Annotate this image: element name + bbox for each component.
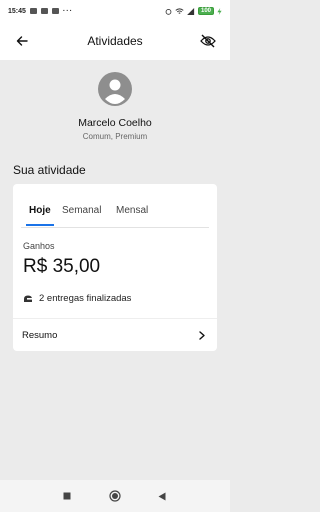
home-button[interactable] [108, 489, 122, 503]
deliveries-row: 2 entregas finalizadas [23, 293, 131, 304]
app-bar: Atividades [0, 22, 230, 60]
status-bar: 15:45 ··· 100 [0, 0, 230, 22]
more-notifications-icon: ··· [62, 7, 73, 15]
triangle-back-icon [158, 492, 166, 500]
system-icons: 100 [165, 7, 222, 15]
car-icon [40, 8, 48, 14]
recents-button[interactable] [60, 489, 74, 503]
eye-off-icon [200, 34, 216, 48]
earnings-value: R$ 35,00 [23, 256, 101, 277]
tab-semanal[interactable]: Semanal [62, 205, 101, 216]
notification-icon [29, 8, 37, 14]
account-circle-icon [98, 72, 132, 106]
page-title: Atividades [87, 34, 143, 48]
profile-type: Comum, Premium [82, 132, 148, 141]
summary-row[interactable]: Resumo [13, 319, 217, 351]
active-tab-indicator [26, 224, 54, 226]
section-title: Sua atividade [13, 163, 86, 177]
gamepad-icon [51, 8, 59, 14]
charging-icon [217, 7, 222, 15]
back-nav-button[interactable] [155, 489, 169, 503]
signal-icon [187, 7, 195, 15]
delivery-helmet-icon [24, 295, 32, 302]
chevron-right-icon [197, 330, 207, 340]
tab-hoje[interactable]: Hoje [29, 205, 51, 216]
system-nav-bar [0, 480, 230, 512]
alarm-icon [165, 8, 172, 15]
notification-icons: ··· [29, 7, 73, 15]
hide-values-button[interactable] [198, 31, 218, 51]
recents-icon [63, 492, 71, 500]
deliveries-text: 2 entregas finalizadas [39, 293, 132, 304]
period-tabs: Hoje Semanal Mensal [13, 184, 217, 228]
tabs-divider [21, 227, 209, 228]
earnings-label: Ganhos [23, 241, 55, 251]
tab-mensal[interactable]: Mensal [116, 205, 148, 216]
activity-card: Hoje Semanal Mensal Ganhos R$ 35,00 2 en… [13, 184, 217, 351]
home-icon [109, 490, 121, 502]
profile-name: Marcelo Coelho [78, 117, 152, 129]
profile-header: Marcelo Coelho Comum, Premium [0, 72, 230, 141]
status-time: 15:45 [8, 7, 26, 15]
battery-icon: 100 [197, 7, 214, 15]
wifi-icon [175, 7, 184, 14]
summary-label: Resumo [22, 329, 58, 341]
